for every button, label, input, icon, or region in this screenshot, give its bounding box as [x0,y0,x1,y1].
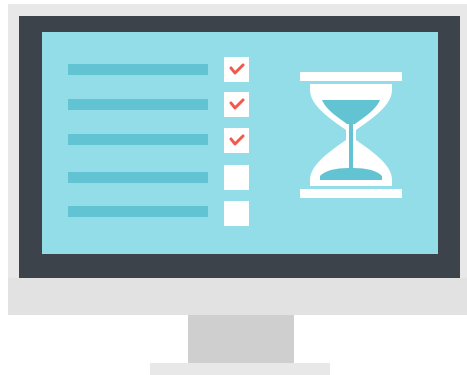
checklist-line-3 [68,134,208,145]
checkbox-2 [224,92,249,117]
hourglass-icon [300,72,402,198]
checkbox-3 [224,128,249,153]
checklist-line-5 [68,206,208,217]
checkbox-1 [224,57,249,82]
checklist-line-1 [68,64,208,75]
monitor-chin [8,278,467,315]
check-icon [229,134,245,146]
checklist-line-4 [68,172,208,183]
monitor-stand-base [150,363,330,375]
monitor-stand-neck [188,315,294,366]
check-icon [229,98,245,110]
checkbox-5 [224,201,249,226]
check-icon [229,63,245,75]
checkbox-4 [224,165,249,190]
checklist-line-2 [68,99,208,110]
